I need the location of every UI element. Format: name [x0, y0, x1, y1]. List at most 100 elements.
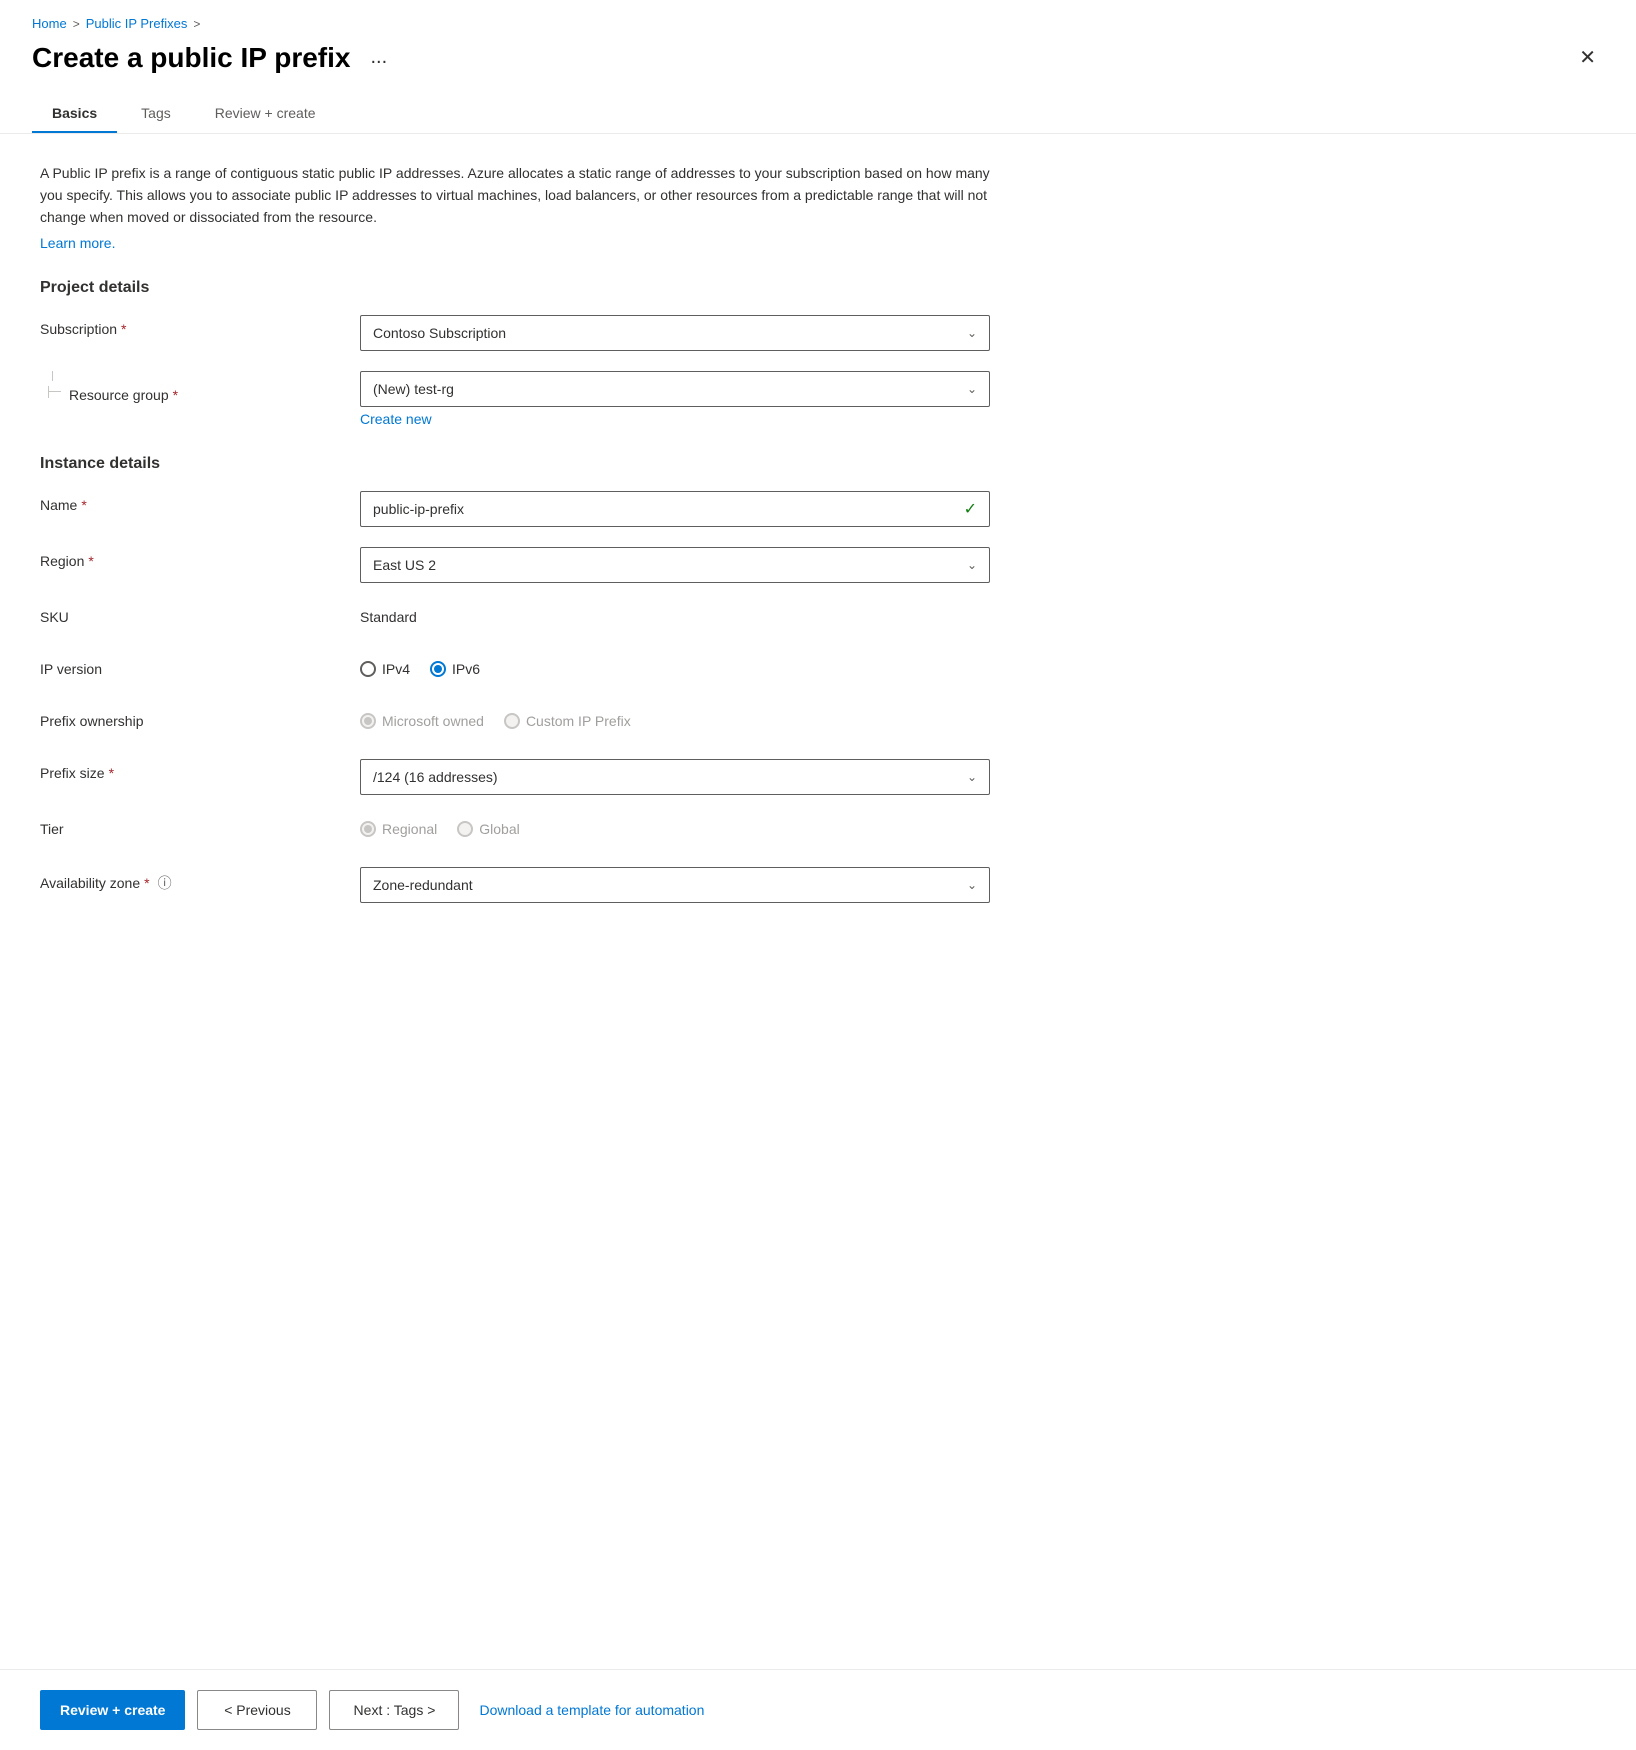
- custom-ip-prefix-label: Custom IP Prefix: [526, 713, 631, 729]
- ip-version-radio-group: IPv4 IPv6: [360, 655, 990, 677]
- region-row: Region * East US 2 ⌄: [40, 547, 1596, 583]
- region-chevron-icon: ⌄: [967, 558, 977, 572]
- breadcrumb: Home > Public IP Prefixes >: [32, 16, 1604, 31]
- prefix-size-required: *: [109, 765, 114, 781]
- ip-version-label: IP version: [40, 655, 360, 677]
- subscription-label: Subscription *: [40, 315, 360, 337]
- ipv6-label: IPv6: [452, 661, 480, 677]
- description-text: A Public IP prefix is a range of contigu…: [40, 162, 990, 229]
- custom-ip-prefix-radio-item[interactable]: Custom IP Prefix: [504, 713, 631, 729]
- breadcrumb-sep2: >: [193, 17, 200, 31]
- ipv4-label: IPv4: [382, 661, 410, 677]
- region-label: Region *: [40, 547, 360, 569]
- resource-group-dropdown[interactable]: (New) test-rg ⌄: [360, 371, 990, 407]
- availability-zone-dropdown[interactable]: Zone-redundant ⌄: [360, 867, 990, 903]
- availability-zone-label: Availability zone * ⓘ: [40, 867, 360, 893]
- resource-group-value: (New) test-rg: [373, 381, 454, 397]
- ipv6-radio-circle: [430, 661, 446, 677]
- sku-label: SKU: [40, 603, 360, 625]
- global-radio-item[interactable]: Global: [457, 821, 519, 837]
- region-field: East US 2 ⌄: [360, 547, 990, 583]
- ipv6-radio-item[interactable]: IPv6: [430, 661, 480, 677]
- region-required: *: [88, 553, 93, 569]
- prefix-ownership-radio-group: Microsoft owned Custom IP Prefix: [360, 707, 990, 729]
- tab-bar: Basics Tags Review + create: [32, 95, 1604, 133]
- subscription-field: Contoso Subscription ⌄: [360, 315, 990, 351]
- ellipsis-button[interactable]: ...: [363, 42, 396, 73]
- tab-review-create[interactable]: Review + create: [195, 95, 336, 133]
- name-value: public-ip-prefix: [373, 501, 464, 517]
- microsoft-owned-radio-circle: [360, 713, 376, 729]
- resource-group-label: Resource group *: [61, 381, 381, 403]
- region-dropdown[interactable]: East US 2 ⌄: [360, 547, 990, 583]
- availability-zone-required: *: [144, 875, 149, 891]
- subscription-row: Subscription * Contoso Subscription ⌄: [40, 315, 1596, 351]
- availability-zone-info-icon[interactable]: ⓘ: [158, 873, 172, 893]
- prefix-size-row: Prefix size * /124 (16 addresses) ⌄: [40, 759, 1596, 795]
- ip-version-field: IPv4 IPv6: [360, 655, 990, 677]
- footer: Review + create < Previous Next : Tags >…: [0, 1669, 1636, 1750]
- project-details-title: Project details: [40, 279, 1596, 297]
- sku-value: Standard: [360, 603, 990, 625]
- close-button[interactable]: ✕: [1571, 41, 1604, 74]
- main-content: A Public IP prefix is a range of contigu…: [0, 134, 1636, 1669]
- prefix-size-label: Prefix size *: [40, 759, 360, 781]
- regional-radio-item[interactable]: Regional: [360, 821, 437, 837]
- tier-field: Regional Global: [360, 815, 990, 837]
- ipv4-radio-circle: [360, 661, 376, 677]
- breadcrumb-home[interactable]: Home: [32, 16, 67, 31]
- resource-group-chevron-icon: ⌄: [967, 382, 977, 396]
- regional-radio-circle: [360, 821, 376, 837]
- breadcrumb-public-ip-prefixes[interactable]: Public IP Prefixes: [86, 16, 188, 31]
- availability-zone-value: Zone-redundant: [373, 877, 473, 893]
- regional-label: Regional: [382, 821, 437, 837]
- availability-zone-row: Availability zone * ⓘ Zone-redundant ⌄: [40, 867, 1596, 903]
- availability-zone-field: Zone-redundant ⌄: [360, 867, 990, 903]
- tab-basics[interactable]: Basics: [32, 95, 117, 133]
- page-title: Create a public IP prefix: [32, 41, 351, 75]
- subscription-required: *: [121, 321, 126, 337]
- global-label: Global: [479, 821, 519, 837]
- tab-tags[interactable]: Tags: [121, 95, 191, 133]
- automation-link[interactable]: Download a template for automation: [479, 1702, 704, 1718]
- instance-details-title: Instance details: [40, 455, 1596, 473]
- prefix-ownership-row: Prefix ownership Microsoft owned Custom …: [40, 707, 1596, 739]
- sku-field: Standard: [360, 603, 990, 625]
- learn-more-link[interactable]: Learn more.: [40, 235, 115, 251]
- resource-group-field: (New) test-rg ⌄ Create new: [360, 371, 990, 427]
- availability-zone-chevron-icon: ⌄: [967, 878, 977, 892]
- name-input[interactable]: public-ip-prefix ✓: [360, 491, 990, 527]
- next-button[interactable]: Next : Tags >: [329, 1690, 459, 1730]
- global-radio-circle: [457, 821, 473, 837]
- create-new-link[interactable]: Create new: [360, 411, 432, 427]
- previous-button[interactable]: < Previous: [197, 1690, 317, 1730]
- subscription-value: Contoso Subscription: [373, 325, 506, 341]
- tier-radio-group: Regional Global: [360, 815, 990, 837]
- tier-label: Tier: [40, 815, 360, 837]
- prefix-size-field: /124 (16 addresses) ⌄: [360, 759, 990, 795]
- subscription-chevron-icon: ⌄: [967, 326, 977, 340]
- name-label: Name *: [40, 491, 360, 513]
- name-required: *: [81, 497, 86, 513]
- tier-row: Tier Regional Global: [40, 815, 1596, 847]
- microsoft-owned-label: Microsoft owned: [382, 713, 484, 729]
- name-field: public-ip-prefix ✓: [360, 491, 990, 527]
- prefix-size-chevron-icon: ⌄: [967, 770, 977, 784]
- custom-ip-prefix-radio-circle: [504, 713, 520, 729]
- prefix-ownership-label: Prefix ownership: [40, 707, 360, 729]
- name-check-icon: ✓: [964, 499, 977, 519]
- prefix-ownership-field: Microsoft owned Custom IP Prefix: [360, 707, 990, 729]
- breadcrumb-sep1: >: [73, 17, 80, 31]
- ipv4-radio-item[interactable]: IPv4: [360, 661, 410, 677]
- subscription-dropdown[interactable]: Contoso Subscription ⌄: [360, 315, 990, 351]
- ip-version-row: IP version IPv4 IPv6: [40, 655, 1596, 687]
- prefix-size-dropdown[interactable]: /124 (16 addresses) ⌄: [360, 759, 990, 795]
- review-create-button[interactable]: Review + create: [40, 1690, 185, 1730]
- prefix-size-value: /124 (16 addresses): [373, 769, 498, 785]
- resource-group-required: *: [173, 387, 178, 403]
- resource-group-row: Resource group * (New) test-rg ⌄ Create …: [40, 371, 1596, 427]
- name-row: Name * public-ip-prefix ✓: [40, 491, 1596, 527]
- sku-row: SKU Standard: [40, 603, 1596, 635]
- microsoft-owned-radio-item[interactable]: Microsoft owned: [360, 713, 484, 729]
- region-value: East US 2: [373, 557, 436, 573]
